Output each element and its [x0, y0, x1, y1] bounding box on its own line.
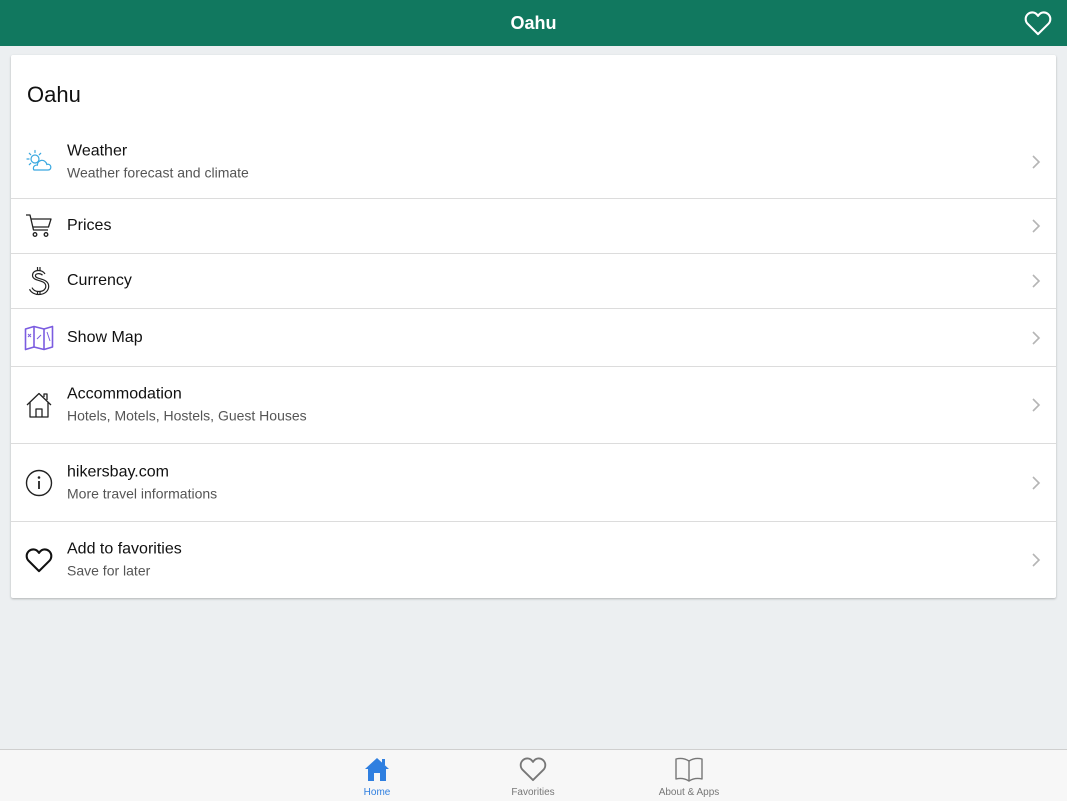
weather-icon — [24, 147, 54, 177]
house-icon — [24, 390, 54, 420]
menu-item-hikersbay[interactable]: hikersbay.com More travel informations — [11, 444, 1056, 522]
menu-item-weather[interactable]: Weather Weather forecast and climate — [11, 125, 1056, 199]
chevron-right-icon — [1032, 475, 1041, 490]
dollar-icon — [24, 266, 54, 296]
cart-icon — [24, 211, 54, 241]
bottom-tab-bar: Home Favorities About & Apps — [0, 749, 1067, 801]
menu-item-prices[interactable]: Prices — [11, 199, 1056, 254]
map-icon — [24, 323, 54, 353]
menu-item-accommodation[interactable]: Accommodation Hotels, Motels, Hostels, G… — [11, 367, 1056, 444]
chevron-right-icon — [1032, 553, 1041, 567]
menu-list: Weather Weather forecast and climate Pri… — [11, 125, 1056, 598]
favorite-button[interactable] — [1023, 8, 1053, 38]
chevron-right-icon — [1032, 219, 1041, 233]
menu-item-currency[interactable]: Currency — [11, 254, 1056, 309]
book-icon — [674, 755, 704, 783]
info-icon — [24, 468, 54, 498]
chevron-right-icon — [1032, 154, 1041, 169]
tab-home[interactable]: Home — [327, 750, 427, 801]
menu-item-label: Currency — [67, 272, 132, 289]
page-title: Oahu — [510, 12, 557, 33]
heart-icon — [518, 755, 548, 783]
tab-label: Favorities — [511, 787, 555, 798]
home-icon — [362, 755, 392, 783]
menu-item-label: Show Map — [67, 328, 143, 346]
menu-card: Oahu Weather Weather forecast and climat… — [11, 55, 1056, 598]
tab-label: About & Apps — [658, 787, 720, 798]
menu-item-subtitle: Weather forecast and climate — [67, 164, 249, 180]
menu-item-label: Add to favorities — [67, 540, 182, 558]
menu-item-subtitle: Save for later — [67, 562, 151, 579]
tab-favorities[interactable]: Favorities — [483, 750, 583, 801]
tab-about-apps[interactable]: About & Apps — [639, 750, 739, 801]
menu-item-add-to-favorites[interactable]: Add to favorities Save for later — [11, 522, 1056, 598]
card-title: Oahu — [27, 82, 81, 107]
chevron-right-icon — [1032, 398, 1041, 412]
heart-outline-icon — [1024, 11, 1052, 36]
menu-item-subtitle: More travel informations — [67, 485, 218, 501]
menu-item-label: hikersbay.com — [67, 463, 169, 480]
menu-item-subtitle: Hotels, Motels, Hostels, Guest Houses — [67, 407, 307, 424]
tab-label: Home — [363, 787, 391, 798]
menu-item-show-map[interactable]: Show Map — [11, 309, 1056, 367]
menu-item-label: Accommodation — [67, 385, 182, 403]
menu-item-label: Weather — [67, 142, 128, 159]
heart-icon — [24, 545, 54, 575]
chevron-right-icon — [1032, 330, 1041, 345]
menu-item-label: Prices — [67, 217, 112, 234]
chevron-right-icon — [1032, 274, 1041, 288]
top-app-bar: Oahu — [0, 0, 1067, 46]
